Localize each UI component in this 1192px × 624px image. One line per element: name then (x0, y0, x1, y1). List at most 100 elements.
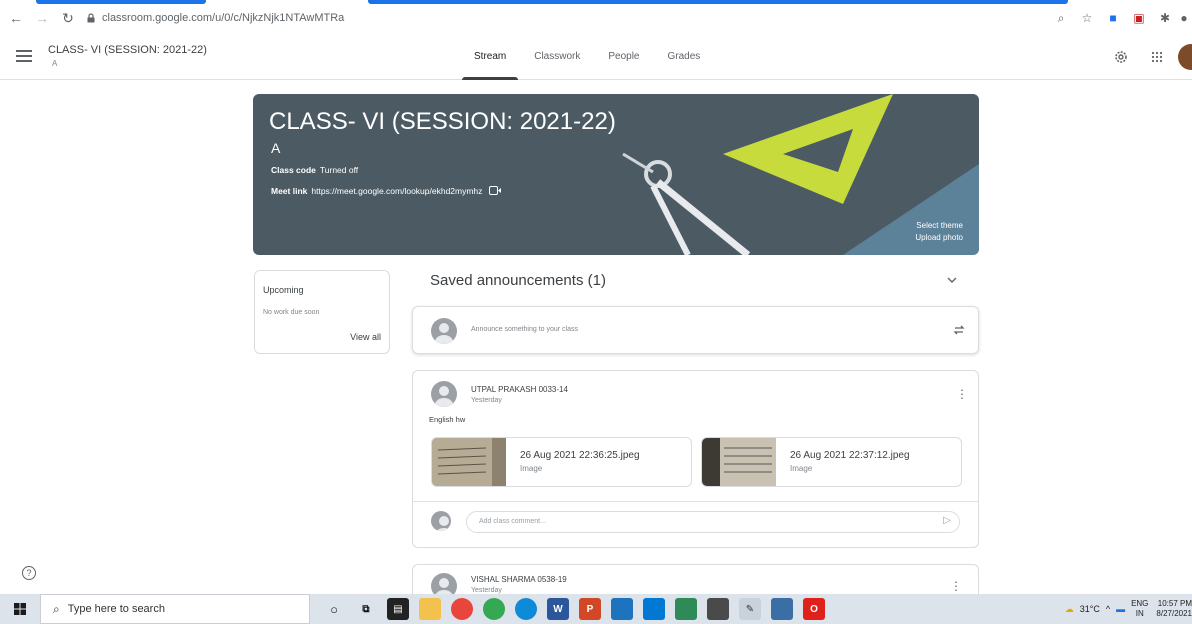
task-view-icon[interactable]: ⧉ (355, 598, 377, 620)
send-icon[interactable]: ▷ (943, 515, 951, 526)
chevron-down-icon[interactable] (946, 274, 960, 288)
excel-icon[interactable] (675, 598, 697, 620)
calculator-icon[interactable] (707, 598, 729, 620)
saved-announcements-toggle[interactable]: Saved announcements (1) (430, 272, 606, 289)
attachment-thumbnail (702, 438, 776, 486)
weather-icon[interactable]: ☁ (1065, 604, 1074, 615)
clock-date: 8/27/2021 (1156, 609, 1192, 618)
cortana-icon[interactable]: ○ (323, 598, 345, 620)
back-icon[interactable]: ← (6, 8, 26, 28)
class-code-row: Class code Turned off (271, 165, 358, 175)
powerpoint-icon[interactable]: P (579, 598, 601, 620)
paint-icon[interactable]: ✎ (739, 598, 761, 620)
word-icon[interactable]: W (547, 598, 569, 620)
post-author: VISHAL SHARMA 0538-19 (471, 575, 567, 584)
attachment-type: Image (790, 464, 813, 473)
lock-icon (87, 13, 95, 23)
more-options-icon[interactable]: ⋮ (950, 579, 962, 593)
taskbar-search[interactable]: ⌕ Type here to search (40, 594, 310, 624)
clock-time: 10:57 PM (1157, 599, 1192, 608)
classroom-header: CLASS- VI (SESSION: 2021-22) A Stream Cl… (0, 32, 1192, 80)
region-label: IN (1135, 609, 1144, 618)
post-body: English hw (429, 415, 466, 424)
settings-icon[interactable] (1110, 46, 1132, 68)
class-section: A (52, 59, 58, 68)
profile-icon[interactable]: ● (1180, 7, 1188, 29)
account-avatar[interactable] (1178, 44, 1192, 70)
url-text: classroom.google.com/u/0/c/NjkzNjk1NTAwM… (102, 12, 345, 24)
avatar (431, 381, 457, 407)
star-icon[interactable]: ☆ (1076, 7, 1098, 29)
tab-people[interactable]: People (594, 32, 653, 80)
divider (413, 501, 978, 502)
announce-placeholder[interactable]: Announce something to your class (471, 326, 578, 333)
post-time: Yesterday (471, 587, 502, 594)
banner-section: A (271, 140, 281, 156)
repost-icon[interactable] (952, 323, 966, 337)
reload-icon[interactable]: ↻ (58, 8, 78, 28)
attachment-thumbnail (432, 438, 506, 486)
upcoming-title: Upcoming (263, 285, 304, 295)
language-indicator[interactable]: ENG IN (1131, 599, 1148, 619)
address-bar[interactable]: classroom.google.com/u/0/c/NjkzNjk1NTAwM… (86, 7, 1046, 29)
network-icon[interactable]: ▬ (1116, 604, 1125, 614)
browser-toolbar: ← → ↻ classroom.google.com/u/0/c/NjkzNjk… (0, 4, 1192, 32)
post-author: UTPAL PRAKASH 0033-14 (471, 385, 568, 394)
class-tabs: Stream Classwork People Grades (460, 32, 714, 80)
edge-icon[interactable] (515, 598, 537, 620)
avatar (431, 511, 451, 531)
windows-taskbar: ⌕ Type here to search ○ ⧉ ▤ W P ✎ O ☁ 31… (0, 594, 1192, 624)
extension-icon[interactable]: ■ (1102, 7, 1124, 29)
upcoming-empty-text: No work due soon (263, 309, 320, 316)
comment-placeholder: Add class comment... (479, 518, 546, 525)
attachment-card[interactable]: 26 Aug 2021 22:37:12.jpeg Image (701, 437, 962, 487)
view-all-link[interactable]: View all (350, 332, 381, 342)
stream-post: UTPAL PRAKASH 0033-14 Yesterday ⋮ Englis… (412, 370, 979, 548)
comment-input[interactable]: Add class comment... ▷ (466, 511, 960, 533)
photos-icon[interactable] (611, 598, 633, 620)
forward-icon[interactable]: → (32, 8, 52, 28)
meet-link-label: Meet link (271, 186, 308, 196)
avatar (431, 318, 457, 344)
weather-temp[interactable]: 31°C (1080, 604, 1100, 614)
chevron-up-icon[interactable]: ^ (1106, 604, 1110, 614)
search-icon: ⌕ (53, 601, 60, 616)
attachment-type: Image (520, 464, 543, 473)
help-icon[interactable]: ? (22, 566, 36, 580)
windows-start-icon[interactable] (0, 594, 40, 624)
video-camera-icon[interactable] (488, 186, 501, 195)
select-theme-link[interactable]: Select theme (916, 221, 963, 230)
class-code-value: Turned off (319, 165, 359, 175)
tab-classwork[interactable]: Classwork (520, 32, 594, 80)
clock[interactable]: 10:57 PM 8/27/2021 (1156, 599, 1192, 619)
language-label: ENG (1131, 599, 1149, 608)
tab-grades[interactable]: Grades (654, 32, 715, 80)
meet-link[interactable]: https://meet.google.com/lookup/ekhd2mymh… (311, 186, 482, 196)
camera-icon[interactable] (771, 598, 793, 620)
puzzle-icon[interactable]: ✱ (1154, 7, 1176, 29)
attachment-name: 26 Aug 2021 22:36:25.jpeg (520, 450, 640, 461)
attachment-card[interactable]: 26 Aug 2021 22:36:25.jpeg Image (431, 437, 692, 487)
class-code-label: Class code (271, 165, 316, 175)
file-explorer-icon[interactable] (419, 598, 441, 620)
main-menu-icon[interactable] (16, 50, 32, 62)
taskbar-search-placeholder: Type here to search (67, 603, 165, 615)
extension-icon[interactable]: ▣ (1128, 7, 1150, 29)
opera-icon[interactable]: O (803, 598, 825, 620)
zoom-icon[interactable]: ⌕ (1050, 7, 1072, 29)
chrome-canary-icon[interactable] (483, 598, 505, 620)
announce-box[interactable]: Announce something to your class (412, 306, 979, 354)
apps-grid-icon[interactable] (1146, 46, 1168, 68)
class-title[interactable]: CLASS- VI (SESSION: 2021-22) (48, 44, 207, 56)
upload-photo-link[interactable]: Upload photo (915, 233, 963, 242)
banner-title: CLASS- VI (SESSION: 2021-22) (269, 108, 616, 135)
post-time: Yesterday (471, 397, 502, 404)
tab-stream[interactable]: Stream (460, 32, 520, 80)
app-icon[interactable] (643, 598, 665, 620)
class-banner: CLASS- VI (SESSION: 2021-22) A Class cod… (253, 94, 979, 255)
meet-link-row: Meet link https://meet.google.com/lookup/… (271, 186, 501, 196)
attachment-name: 26 Aug 2021 22:37:12.jpeg (790, 450, 910, 461)
store-icon[interactable]: ▤ (387, 598, 409, 620)
more-options-icon[interactable]: ⋮ (956, 387, 968, 401)
chrome-icon[interactable] (451, 598, 473, 620)
